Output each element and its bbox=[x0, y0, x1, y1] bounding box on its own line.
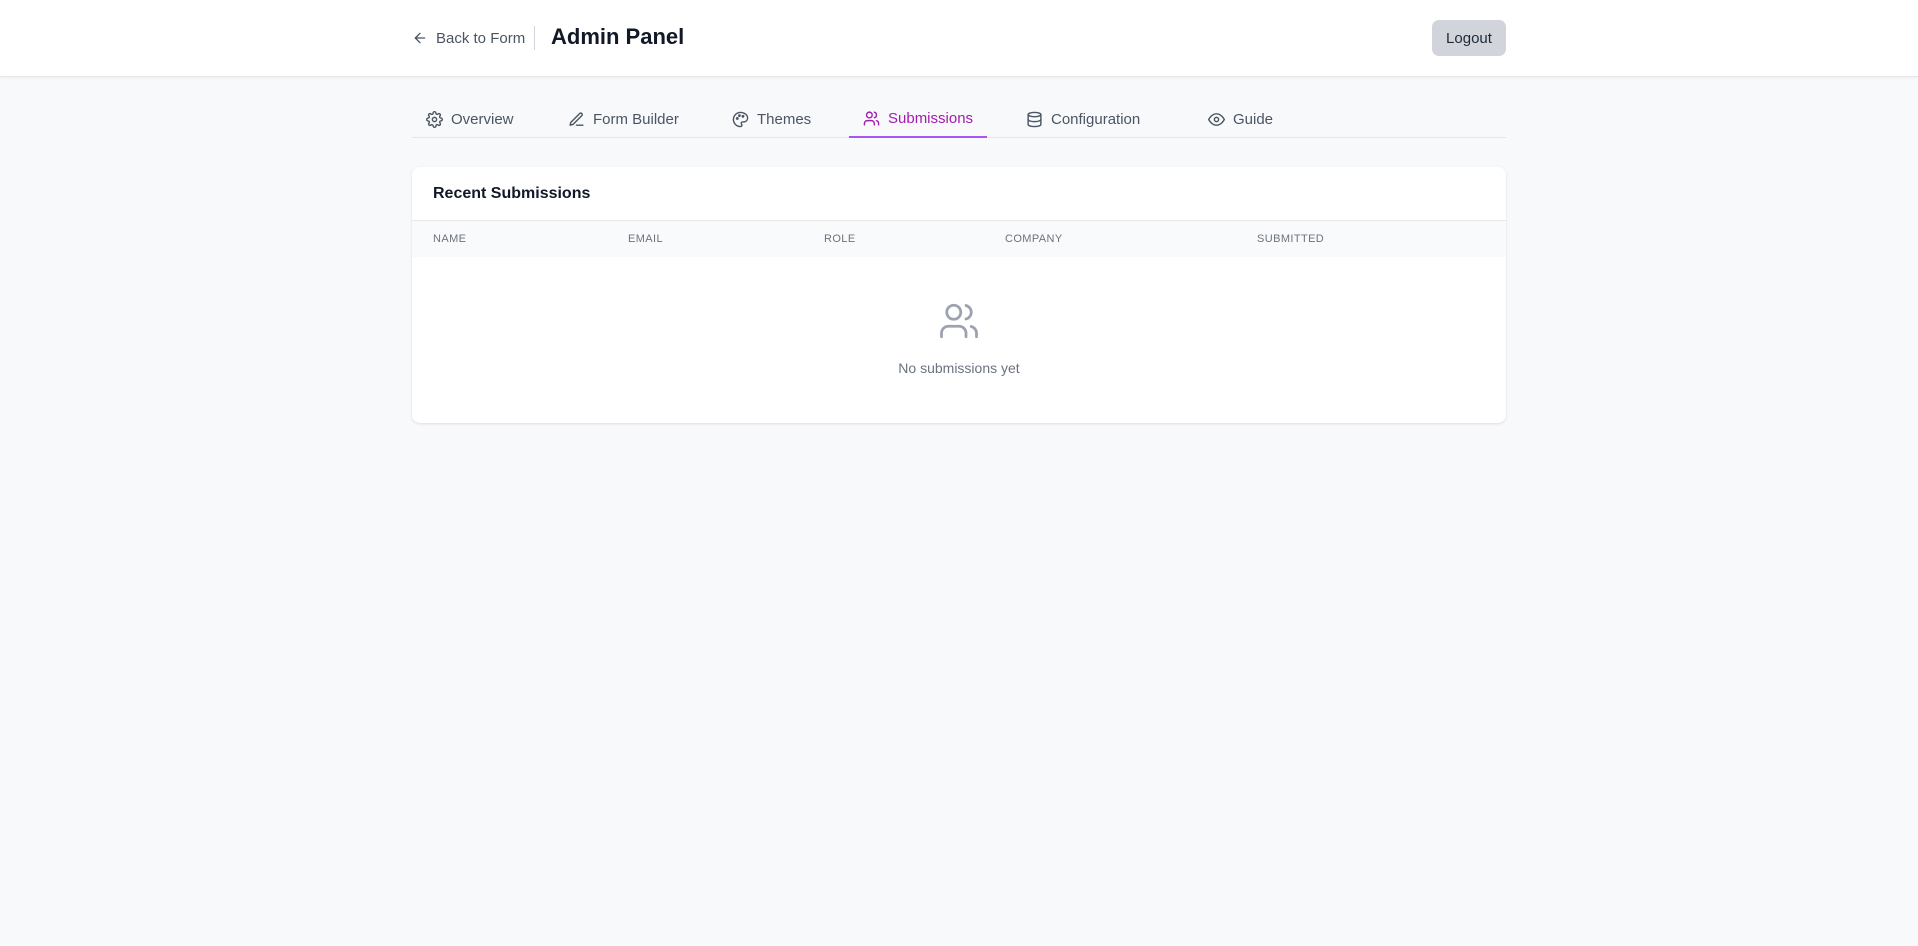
tab-configuration[interactable]: Configuration bbox=[1012, 100, 1154, 138]
top-bar: Back to Form Admin Panel Logout bbox=[0, 0, 1918, 77]
column-header-role: Role bbox=[824, 233, 856, 245]
tab-label: Submissions bbox=[888, 109, 974, 127]
tab-form-builder[interactable]: Form Builder bbox=[554, 100, 693, 138]
empty-state-message: No submissions yet bbox=[898, 360, 1020, 376]
column-header-submitted: Submitted bbox=[1257, 233, 1325, 245]
table-header: Name Email Role Company Submitted bbox=[412, 220, 1506, 257]
page-title: Admin Panel bbox=[551, 24, 685, 49]
tab-themes[interactable]: Themes bbox=[718, 100, 825, 138]
tab-overview[interactable]: Overview bbox=[412, 100, 528, 138]
arrow-left-icon bbox=[414, 32, 426, 44]
tab-label: Guide bbox=[1233, 110, 1274, 128]
back-to-form-link[interactable]: Back to Form bbox=[412, 28, 525, 48]
database-icon bbox=[1027, 111, 1042, 127]
users-icon bbox=[940, 303, 978, 339]
card-title: Recent Submissions bbox=[433, 185, 591, 202]
column-header-company: Company bbox=[1005, 233, 1063, 245]
column-header-name: Name bbox=[433, 233, 467, 245]
column-header-email: Email bbox=[628, 233, 664, 245]
tab-label: Themes bbox=[757, 110, 812, 128]
users-icon bbox=[863, 110, 880, 126]
eye-icon bbox=[1208, 112, 1225, 126]
tab-label: Overview bbox=[451, 110, 514, 128]
submissions-card: Recent Submissions Name Email Role Compa… bbox=[412, 167, 1506, 423]
tab-label: Form Builder bbox=[593, 110, 679, 128]
pencil-icon bbox=[569, 111, 584, 126]
tab-label: Configuration bbox=[1051, 110, 1141, 128]
tab-bar: Overview Form Builder Themes Submissions… bbox=[412, 100, 1506, 138]
header-divider bbox=[534, 26, 535, 50]
back-to-form-label: Back to Form bbox=[436, 29, 526, 47]
tab-submissions[interactable]: Submissions bbox=[849, 100, 988, 138]
palette-icon bbox=[732, 111, 749, 127]
logout-button[interactable]: Logout bbox=[1432, 20, 1506, 56]
gear-icon bbox=[426, 110, 443, 128]
tab-guide[interactable]: Guide bbox=[1194, 100, 1287, 138]
